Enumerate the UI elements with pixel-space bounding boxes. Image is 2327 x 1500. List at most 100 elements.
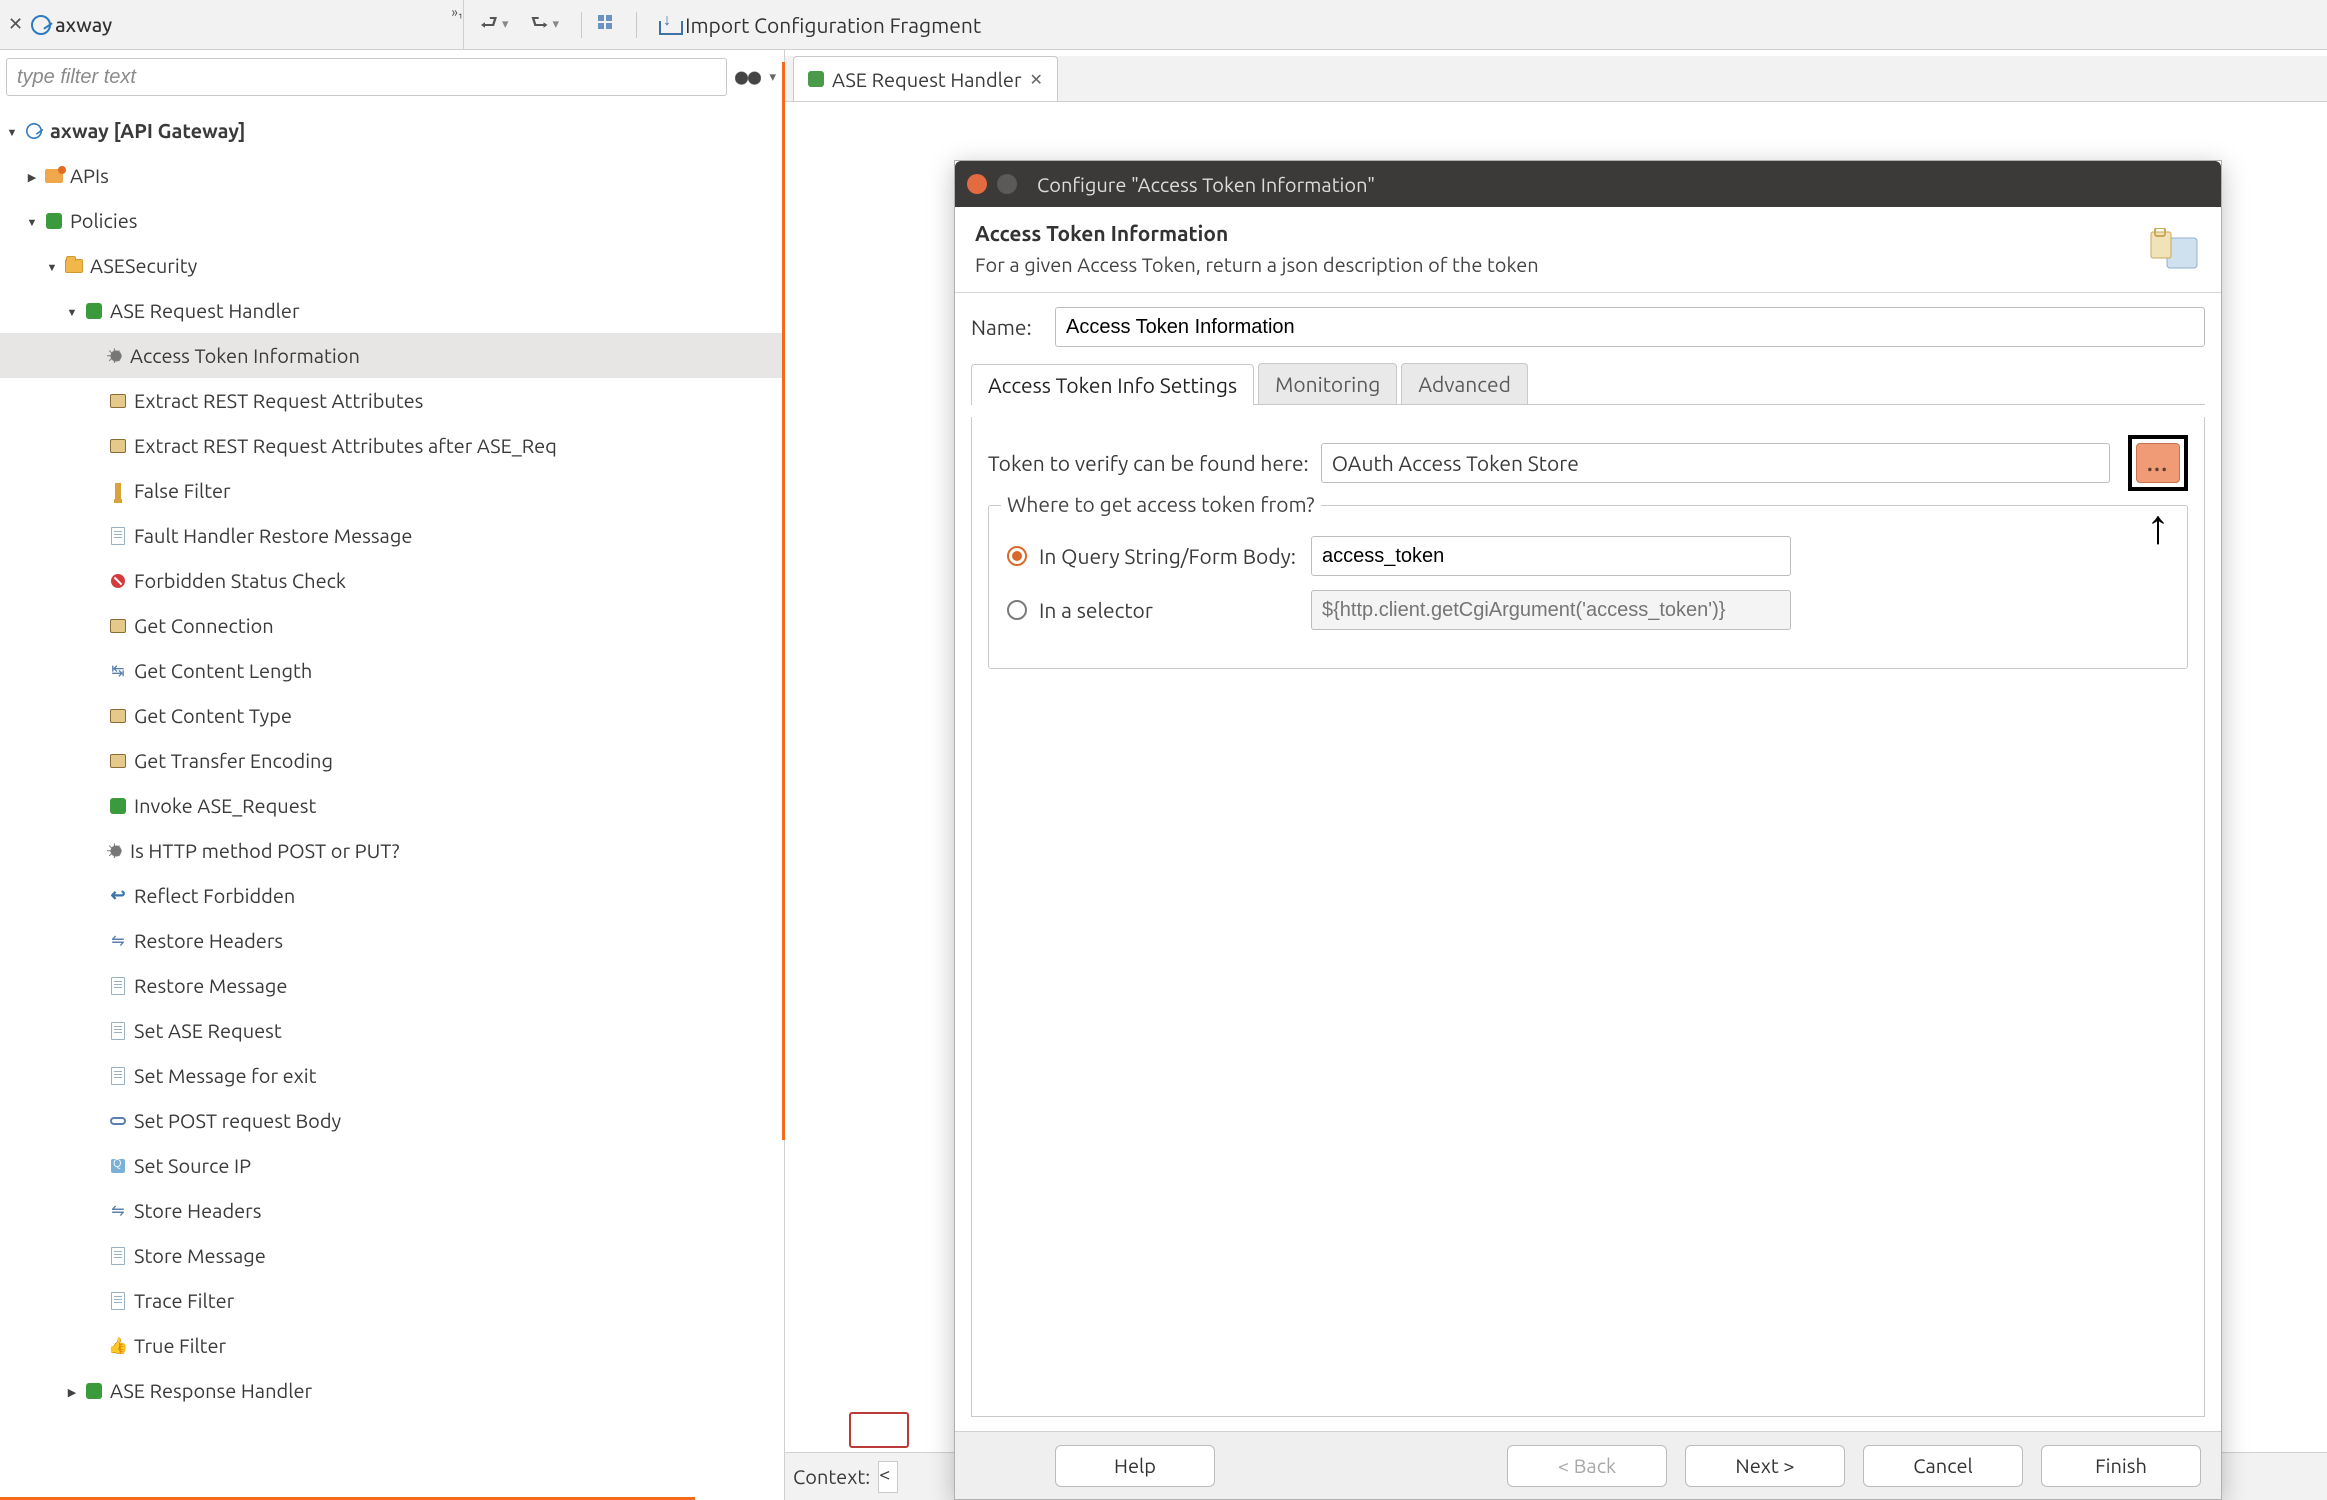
tree-root[interactable]: axway [API Gateway]: [0, 108, 784, 153]
tree-label: Get Connection: [134, 614, 274, 637]
doc-icon: [111, 1067, 125, 1085]
finish-button[interactable]: Finish: [2041, 1445, 2201, 1487]
tree-label: Fault Handler Restore Message: [134, 524, 412, 547]
store-icon: ⇋: [108, 1201, 128, 1221]
dialog-footer: Help < Back Next > Cancel Finish: [955, 1431, 2221, 1499]
tree-request-handler[interactable]: ASE Request Handler: [0, 288, 784, 333]
tree-item[interactable]: Get Transfer Encoding: [0, 738, 784, 783]
tree-item[interactable]: Set ASE Request: [0, 1008, 784, 1053]
tree-item[interactable]: Set Message for exit: [0, 1053, 784, 1098]
window-close-icon[interactable]: [967, 174, 987, 194]
history-fwd-button[interactable]: ⮑▾: [525, 6, 566, 44]
binoculars-icon[interactable]: [735, 66, 761, 88]
tab-settings[interactable]: Access Token Info Settings: [971, 364, 1254, 405]
import-icon: [659, 15, 681, 35]
tree-policies[interactable]: Policies: [0, 198, 784, 243]
tree-item-access-token-info[interactable]: Access Token Information: [0, 333, 784, 378]
name-input[interactable]: [1055, 307, 2205, 347]
expand-icon[interactable]: [4, 123, 20, 139]
tree-item[interactable]: Trace Filter: [0, 1278, 784, 1323]
tree-label: Invoke ASE_Request: [134, 794, 316, 817]
token-store-field[interactable]: OAuth Access Token Store: [1321, 443, 2110, 483]
tree-item[interactable]: Extract REST Request Attributes after AS…: [0, 423, 784, 468]
tree-item[interactable]: ⇋ Restore Headers: [0, 918, 784, 963]
reflect-icon: ↩: [108, 886, 128, 906]
window-min-icon[interactable]: [997, 174, 1017, 194]
tree-item[interactable]: Get Content Type: [0, 693, 784, 738]
name-label: Name:: [971, 315, 1043, 339]
tree-item[interactable]: Set POST request Body: [0, 1098, 784, 1143]
tree-item[interactable]: Extract REST Request Attributes: [0, 378, 784, 423]
top-toolbar: ✕ axway »₁ ⮐▾ ⮑▾ Import Configuration Fr…: [0, 0, 2327, 50]
tree-item[interactable]: Set Source IP: [0, 1143, 784, 1188]
next-button[interactable]: Next >: [1685, 1445, 1845, 1487]
close-icon[interactable]: ✕: [0, 14, 31, 35]
tree-apis[interactable]: APIs: [0, 153, 784, 198]
tree-item[interactable]: Forbidden Status Check: [0, 558, 784, 603]
expand-icon[interactable]: [24, 168, 40, 184]
apis-icon: [45, 169, 63, 183]
tree-label: Policies: [70, 209, 137, 232]
token-source-fieldset: Where to get access token from? In Query…: [988, 505, 2188, 669]
close-icon[interactable]: ✕: [1030, 70, 1043, 89]
tab-label: ASE Request Handler: [832, 68, 1022, 91]
forbidden-icon: [111, 574, 125, 588]
filter-menu-icon[interactable]: ▾: [769, 70, 776, 85]
radio-selector[interactable]: [1007, 600, 1027, 620]
tree-item[interactable]: Invoke ASE_Request: [0, 783, 784, 828]
back-button[interactable]: < Back: [1507, 1445, 1667, 1487]
tree-label: Restore Headers: [134, 929, 283, 952]
axway-glyph-icon: [31, 15, 51, 35]
tree-item[interactable]: Fault Handler Restore Message: [0, 513, 784, 558]
policies-icon: [46, 213, 62, 229]
policy-icon: [86, 1383, 102, 1399]
extract-icon: [110, 394, 126, 408]
browse-button[interactable]: ...: [2136, 443, 2180, 483]
selector-input: [1311, 590, 1791, 630]
tab-advanced[interactable]: Advanced: [1401, 363, 1528, 404]
toolbar-left: ✕ axway »₁: [0, 0, 464, 49]
radio2-label: In a selector: [1039, 598, 1299, 622]
expand-icon[interactable]: [44, 258, 60, 274]
help-button[interactable]: Help: [1055, 1445, 1215, 1487]
tree-label: Set POST request Body: [134, 1109, 341, 1132]
extract-icon: [110, 439, 126, 453]
expand-icon[interactable]: [64, 303, 80, 319]
tree-item[interactable]: ⇋Store Headers: [0, 1188, 784, 1233]
editor-tab-request-handler[interactable]: ASE Request Handler ✕: [793, 56, 1058, 101]
connection-icon: [110, 619, 126, 633]
cancel-button[interactable]: Cancel: [1863, 1445, 2023, 1487]
tree-asesecurity[interactable]: ASESecurity: [0, 243, 784, 288]
dialog-description: For a given Access Token, return a json …: [975, 253, 2129, 276]
length-icon: ↹: [108, 661, 128, 681]
context-field[interactable]: <: [878, 1461, 898, 1493]
doc-icon: [111, 977, 125, 995]
view-menu-indicator[interactable]: »₁: [451, 4, 463, 20]
tree-label: Get Content Type: [134, 704, 292, 727]
canvas-node[interactable]: [849, 1412, 909, 1448]
browse-highlight: ... ↑: [2128, 435, 2188, 491]
encoding-icon: [110, 754, 126, 768]
dialog-titlebar[interactable]: Configure "Access Token Information": [955, 161, 2221, 207]
tree-item[interactable]: Get Connection: [0, 603, 784, 648]
tab-monitoring[interactable]: Monitoring: [1258, 363, 1397, 404]
tree-label: ASE Response Handler: [110, 1379, 312, 1402]
tree-item[interactable]: 👍True Filter: [0, 1323, 784, 1368]
tree-item[interactable]: Is HTTP method POST or PUT?: [0, 828, 784, 873]
tree-item[interactable]: Restore Message: [0, 963, 784, 1008]
tree-item[interactable]: ↩Reflect Forbidden: [0, 873, 784, 918]
tree-item[interactable]: False Filter: [0, 468, 784, 513]
radio-query-string[interactable]: [1007, 546, 1027, 566]
tree-response-handler[interactable]: ASE Response Handler: [0, 1368, 784, 1413]
grid-icon[interactable]: [598, 15, 620, 35]
tree-item[interactable]: ↹Get Content Length: [0, 648, 784, 693]
filter-input[interactable]: [6, 58, 727, 96]
tree-item[interactable]: Store Message: [0, 1233, 784, 1278]
query-param-input[interactable]: [1311, 536, 1791, 576]
expand-icon[interactable]: [24, 213, 40, 229]
gear-icon: [108, 348, 124, 364]
import-fragment-button[interactable]: Import Configuration Fragment: [653, 11, 987, 39]
expand-icon[interactable]: [64, 1383, 80, 1399]
history-back-button[interactable]: ⮐▾: [474, 6, 515, 44]
headers-icon: ⇋: [108, 931, 128, 951]
